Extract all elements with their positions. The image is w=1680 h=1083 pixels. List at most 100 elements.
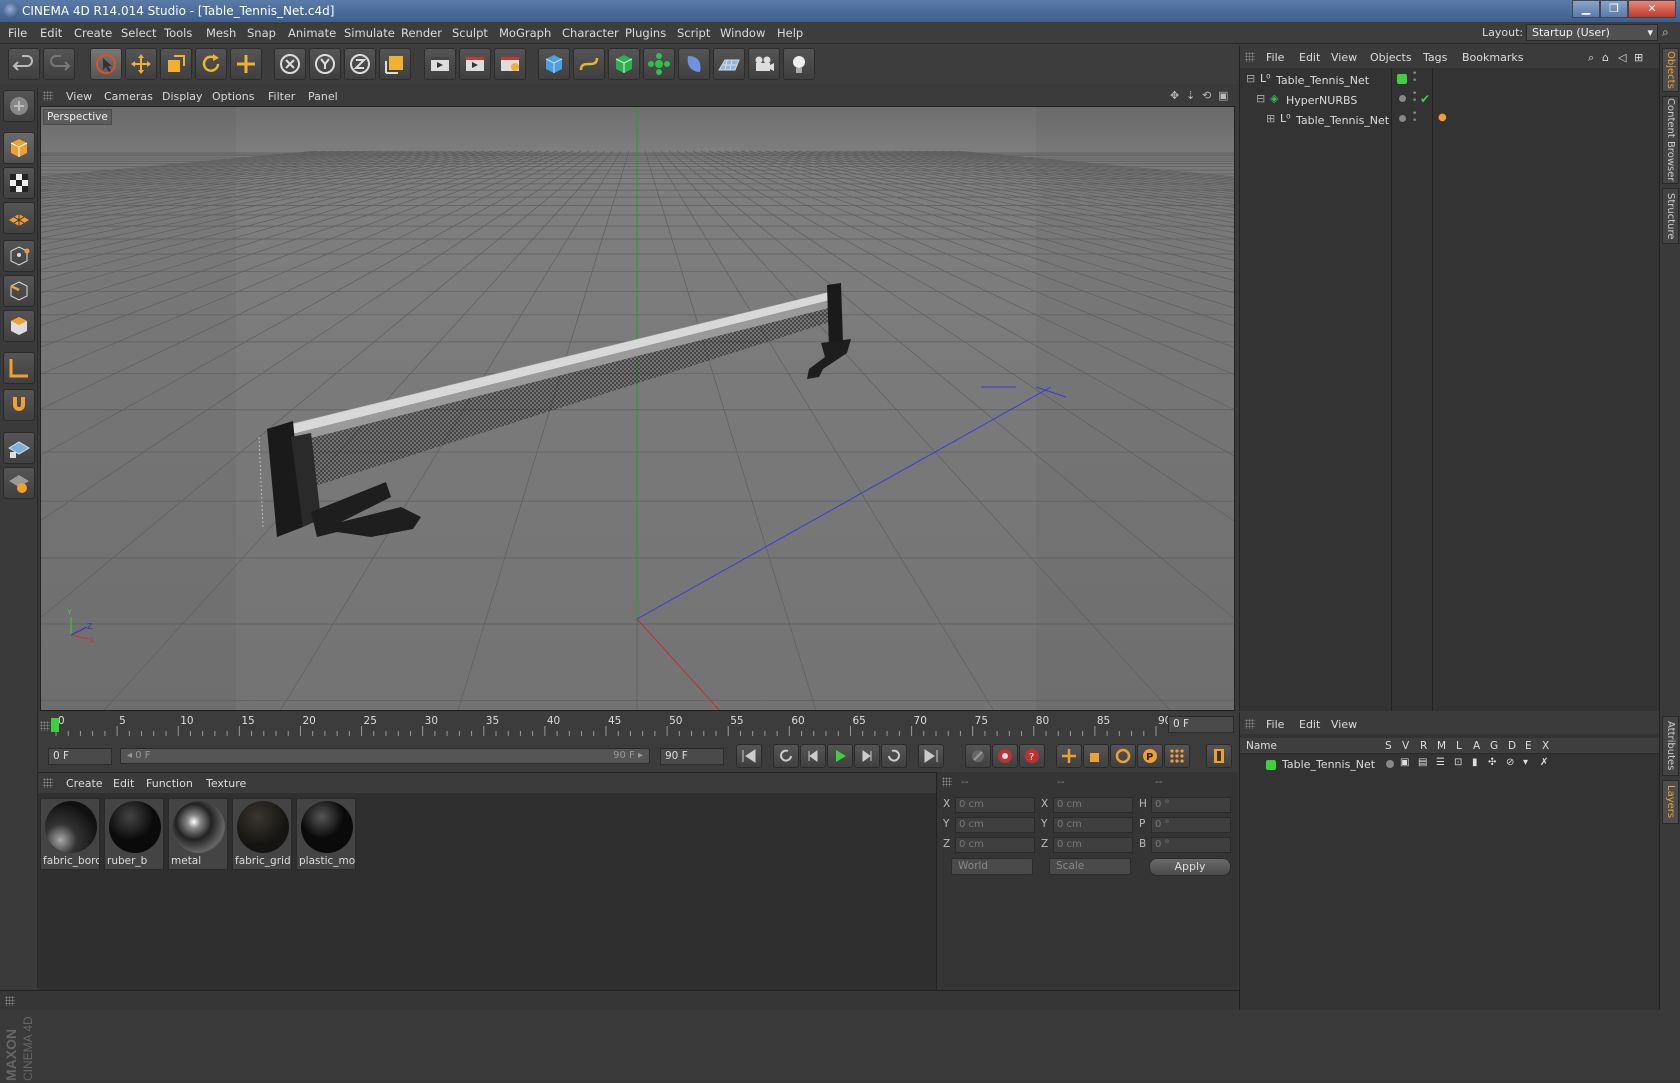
visibility-dots-icon[interactable]: • •	[1412, 90, 1417, 106]
obj-menu-tags[interactable]: Tags	[1423, 51, 1447, 64]
timeline-grip[interactable]	[40, 721, 50, 731]
frame-range-slider[interactable]: ◂ 0 F 90 F ▸	[120, 748, 650, 764]
mat-menu-create[interactable]: Create	[66, 777, 103, 790]
menu-mesh[interactable]: Mesh	[206, 26, 236, 40]
scale-icon[interactable]	[160, 48, 192, 80]
position-z-field[interactable]: 0 cm	[955, 837, 1035, 853]
menu-plugins[interactable]: Plugins	[625, 26, 666, 40]
xref-toggle-icon[interactable]: ✗	[1540, 757, 1548, 768]
col-deformers[interactable]: D	[1508, 740, 1516, 752]
col-generators[interactable]: G	[1490, 740, 1498, 752]
tree-row-hypernurbs[interactable]: ⊟ ◈ HyperNURBS • • ✔	[1240, 90, 1660, 110]
manager-toggle-icon[interactable]: ☰	[1436, 757, 1445, 768]
light-icon[interactable]	[783, 48, 815, 80]
new-view-icon[interactable]: ⊞	[1634, 51, 1643, 64]
collapse-icon[interactable]: ⊟	[1256, 92, 1265, 105]
visibility-dots-icon[interactable]: • •	[1412, 110, 1417, 126]
undo-button[interactable]	[8, 48, 40, 80]
menu-script[interactable]: Script	[677, 26, 710, 40]
vp-menu-panel[interactable]: Panel	[308, 90, 338, 103]
vp-menu-view[interactable]: View	[66, 90, 92, 103]
timeline-window-icon[interactable]	[1206, 744, 1232, 768]
menu-file[interactable]: File	[8, 26, 27, 40]
spline-pen-icon[interactable]	[573, 48, 605, 80]
col-render[interactable]: R	[1420, 740, 1427, 752]
layer-menu-view[interactable]: View	[1331, 718, 1357, 731]
key-point-level-icon[interactable]	[1164, 744, 1190, 768]
camera-icon[interactable]	[748, 48, 780, 80]
record-keys-icon[interactable]	[965, 744, 991, 768]
start-frame-field[interactable]: 0 F	[48, 748, 112, 765]
menu-simulate[interactable]: Simulate	[344, 26, 395, 40]
key-position-icon[interactable]	[1056, 744, 1082, 768]
next-key-icon[interactable]	[881, 744, 907, 768]
coord-grip[interactable]	[942, 777, 952, 787]
menu-create[interactable]: Create	[74, 26, 112, 40]
generator-toggle-icon[interactable]: ✣	[1488, 757, 1496, 768]
live-selection-icon[interactable]	[90, 48, 122, 80]
menu-window[interactable]: Window	[720, 26, 765, 40]
menu-select[interactable]: Select	[121, 26, 156, 40]
menu-snap[interactable]: Snap	[247, 26, 276, 40]
goto-start-icon[interactable]	[736, 744, 762, 768]
move-icon[interactable]	[125, 48, 157, 80]
mat-menu-function[interactable]: Function	[146, 777, 193, 790]
array-icon[interactable]	[643, 48, 675, 80]
model-mode-icon[interactable]	[3, 132, 35, 164]
size-x-field[interactable]: 0 cm	[1053, 797, 1133, 813]
material-swatch[interactable]: ruber_b	[104, 798, 164, 870]
menu-render[interactable]: Render	[401, 26, 442, 40]
make-editable-icon[interactable]	[3, 90, 35, 122]
layer-color-swatch[interactable]	[1397, 74, 1407, 84]
material-grip[interactable]	[43, 778, 53, 788]
layer-menu-edit[interactable]: Edit	[1299, 718, 1320, 731]
animation-toggle-icon[interactable]: ▮	[1472, 757, 1478, 768]
x-axis-lock-icon[interactable]	[274, 48, 306, 80]
rotate-view-icon[interactable]: ⟲	[1202, 89, 1211, 102]
menu-tools[interactable]: Tools	[164, 26, 192, 40]
mat-menu-edit[interactable]: Edit	[113, 777, 134, 790]
material-swatch[interactable]: metal	[168, 798, 228, 870]
vp-menu-filter[interactable]: Filter	[268, 90, 295, 103]
play-icon[interactable]	[827, 744, 853, 768]
lock-toggle-icon[interactable]: ⊡	[1454, 757, 1462, 768]
tab-layers[interactable]: Layers	[1662, 780, 1679, 824]
menu-animate[interactable]: Animate	[288, 26, 336, 40]
menu-character[interactable]: Character	[562, 26, 619, 40]
render-settings-icon[interactable]	[494, 48, 526, 80]
expand-icon[interactable]: ⊞	[1266, 112, 1275, 125]
object-grip[interactable]	[1245, 52, 1255, 62]
previous-key-icon[interactable]	[773, 744, 799, 768]
obj-menu-bookmarks[interactable]: Bookmarks	[1462, 51, 1523, 64]
view-toggle-icon[interactable]: ▣	[1400, 757, 1409, 768]
perspective-viewport[interactable]: Y Z X Perspective	[40, 106, 1235, 711]
keyframe-selection-icon[interactable]: ?	[1019, 744, 1045, 768]
auto-keying-icon[interactable]	[992, 744, 1018, 768]
collapse-icon[interactable]: ⊟	[1246, 72, 1255, 85]
tab-content-browser[interactable]: Content Browser	[1662, 96, 1679, 184]
floor-icon[interactable]	[713, 48, 745, 80]
position-x-field[interactable]: 0 cm	[955, 797, 1035, 813]
maximize-button[interactable]: ❐	[1600, 0, 1628, 18]
layer-dot-icon[interactable]	[1399, 115, 1406, 122]
obj-menu-edit[interactable]: Edit	[1299, 51, 1320, 64]
render-to-picture-viewer-icon[interactable]	[459, 48, 491, 80]
obj-menu-view[interactable]: View	[1331, 51, 1357, 64]
playhead-marker[interactable]	[51, 718, 59, 732]
redo-button[interactable]	[43, 48, 75, 80]
edges-mode-icon[interactable]	[3, 275, 35, 307]
polygons-mode-icon[interactable]	[3, 310, 35, 342]
deformer-icon[interactable]	[678, 48, 710, 80]
coordinate-system-icon[interactable]	[379, 48, 411, 80]
col-animation[interactable]: A	[1473, 740, 1480, 752]
material-swatch[interactable]: plastic_mo	[296, 798, 356, 870]
tab-objects[interactable]: Objects	[1662, 48, 1679, 92]
current-frame-field[interactable]: 0 F	[1168, 716, 1234, 733]
next-frame-icon[interactable]	[854, 744, 880, 768]
col-name[interactable]: Name	[1246, 740, 1277, 752]
panel-grip[interactable]	[43, 91, 53, 101]
timeline-ruler[interactable]: 0 5 10 15 20 25 30 35 40 45 50 55 60 65 70 75 80 85 90 0 F	[38, 712, 1238, 740]
render-toggle-icon[interactable]: ▤	[1418, 757, 1427, 768]
mat-menu-texture[interactable]: Texture	[206, 777, 246, 790]
z-axis-lock-icon[interactable]	[344, 48, 376, 80]
